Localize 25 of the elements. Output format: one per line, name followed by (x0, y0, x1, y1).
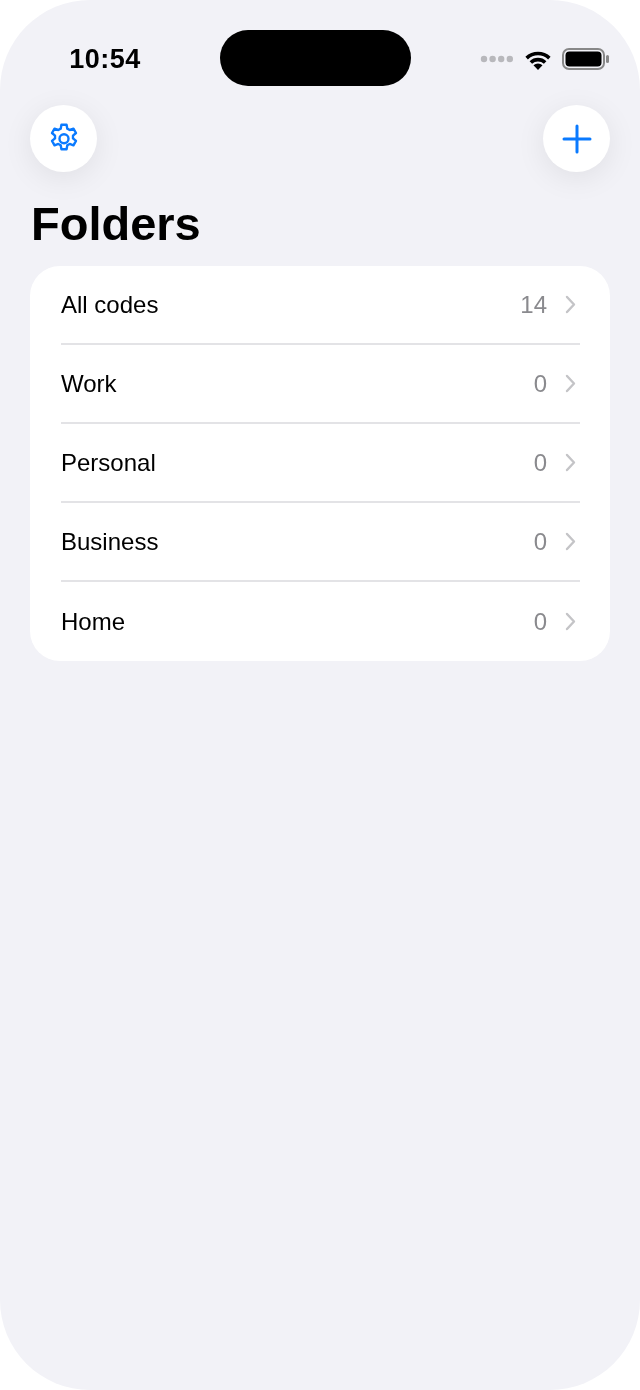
chevron-right-icon (565, 374, 576, 393)
chevron-right-icon (565, 295, 576, 314)
battery-icon (562, 48, 610, 70)
status-time: 10:54 (68, 44, 142, 75)
folder-name: Business (61, 527, 160, 556)
chevron-right-icon (565, 532, 576, 551)
folder-name: Home (61, 607, 127, 636)
page-title: Folders (31, 196, 202, 252)
folder-row[interactable]: Personal 0 (61, 424, 580, 503)
folder-row[interactable]: Work 0 (61, 345, 580, 424)
folder-name: All codes (61, 290, 160, 319)
folder-row[interactable]: Business 0 (61, 503, 580, 582)
folder-count: 0 (533, 527, 547, 556)
folder-row[interactable]: Home 0 (61, 582, 580, 661)
folder-count: 0 (533, 607, 547, 636)
folder-name: Work (61, 369, 118, 398)
chevron-right-icon (565, 453, 576, 472)
plus-icon (561, 123, 592, 154)
folder-count: 0 (533, 448, 547, 477)
folder-count: 14 (520, 290, 547, 319)
folder-count: 0 (533, 369, 547, 398)
signal-icon (480, 55, 514, 63)
chevron-right-icon (565, 612, 576, 631)
folder-name: Personal (61, 448, 157, 477)
folder-row[interactable]: All codes 14 (61, 266, 580, 345)
